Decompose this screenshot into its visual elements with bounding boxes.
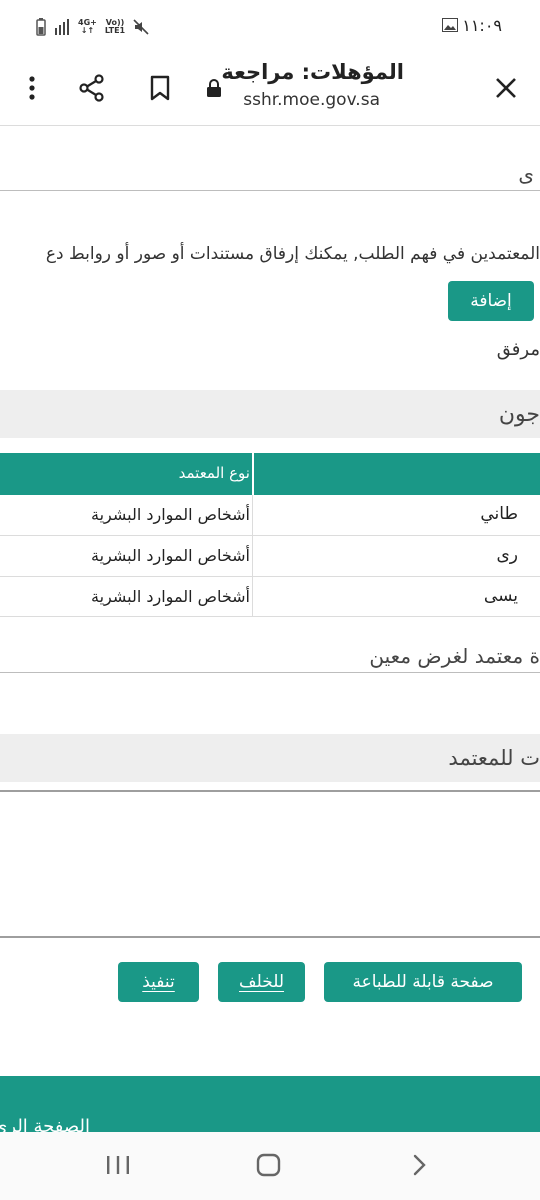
approver-type: أشخاص الموارد البشرية (91, 587, 250, 606)
approvers-section-bar (0, 390, 540, 438)
bookmark-icon[interactable] (142, 70, 178, 106)
approver-for-purpose-label: ة معتمد لغرض معين (369, 644, 540, 668)
row-divider (0, 616, 540, 617)
status-icons: 4G+ ↓↑ Vo)) LTE1 (36, 16, 149, 38)
notes-section-title: ت للمعتمد (448, 746, 540, 770)
submit-label: تنفيذ (142, 972, 175, 992)
table-row: طاني أشخاص الموارد البشرية (0, 495, 540, 535)
attachment-hint: المعتمدين في فهم الطلب, يمكنك إرفاق مستن… (45, 244, 540, 264)
battery-icon (36, 18, 46, 36)
page-content: ى المعتمدين في فهم الطلب, يمكنك إرفاق مس… (0, 126, 540, 1146)
more-options-icon[interactable] (14, 70, 50, 106)
printable-page-button[interactable]: صفحة قابلة للطباعة (324, 962, 522, 1002)
volte-indicator: Vo)) LTE1 (105, 19, 125, 35)
image-notification-icon (442, 18, 458, 32)
submit-button[interactable]: تنفيذ (118, 962, 199, 1002)
notes-textarea[interactable] (0, 790, 540, 938)
table-row: يسى أشخاص الموارد البشرية (0, 577, 540, 617)
status-time: ١١:٠٩ (462, 16, 502, 35)
network-type: 4G+ ↓↑ (78, 19, 97, 35)
table-header-approver-type: نوع المعتمد (178, 464, 250, 482)
approver-type: أشخاص الموارد البشرية (91, 546, 250, 565)
system-nav-bar (0, 1132, 540, 1200)
url-text[interactable]: sshr.moe.gov.sa (243, 90, 380, 110)
status-bar: 4G+ ↓↑ Vo)) LTE1 ١١:٠٩ (0, 0, 540, 52)
mute-icon (133, 19, 149, 35)
recent-apps-icon[interactable] (104, 1154, 132, 1176)
volte-bottom-label: LTE1 (104, 26, 126, 35)
approver-name: يسى (483, 586, 518, 606)
browser-toolbar: المؤهلات: مراجعة sshr.moe.gov.sa (0, 52, 540, 126)
add-attachment-label: إضافة (470, 291, 512, 311)
back-label: للخلف (239, 972, 285, 992)
approver-name: رى (496, 545, 518, 565)
approver-type: أشخاص الموارد البشرية (91, 505, 250, 524)
approvers-table-header (0, 453, 540, 495)
top-field-line (0, 190, 540, 191)
add-attachment-button[interactable]: إضافة (448, 281, 534, 321)
top-field-fragment: ى (518, 162, 534, 186)
printable-page-label: صفحة قابلة للطباعة (352, 972, 494, 992)
data-arrows-icon: ↓↑ (80, 26, 95, 35)
page-title: المؤهلات: مراجعة (221, 60, 404, 84)
close-icon[interactable] (488, 70, 524, 106)
share-icon[interactable] (74, 70, 110, 106)
back-nav-icon[interactable] (410, 1154, 428, 1176)
purpose-field-line (0, 672, 540, 673)
approver-name: طاني (480, 504, 518, 524)
table-row: رى أشخاص الموارد البشرية (0, 536, 540, 576)
signal-icon (55, 19, 69, 35)
attachment-label: مرفق (496, 339, 540, 360)
approvers-section-title: جون (498, 402, 540, 427)
home-icon[interactable] (256, 1153, 282, 1177)
table-column-divider (252, 495, 253, 616)
back-button[interactable]: للخلف (218, 962, 305, 1002)
table-header-divider (252, 453, 254, 495)
